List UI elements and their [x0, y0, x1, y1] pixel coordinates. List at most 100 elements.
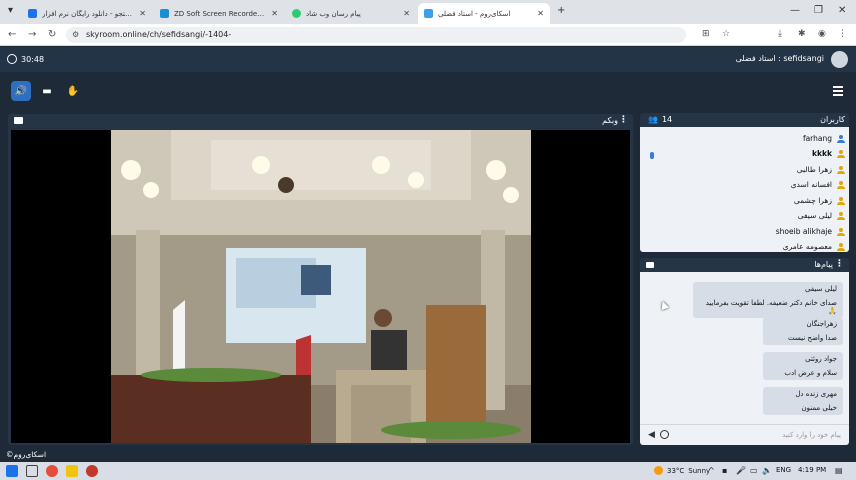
messages-header: پیام‌ها ⋮ — [640, 258, 849, 272]
minimize-icon[interactable]: — — [790, 5, 800, 16]
list-item[interactable]: زهرا طالبی — [797, 162, 845, 177]
room-name: sefidsangi : استاد فضلی — [735, 54, 824, 63]
maximize-icon[interactable]: ❐ — [814, 5, 823, 16]
list-item[interactable]: farhang — [803, 131, 845, 146]
webcam-video[interactable] — [111, 130, 531, 443]
close-tab-icon[interactable]: ✕ — [537, 9, 544, 18]
webcam-options-icon[interactable]: ⋮ — [619, 115, 628, 125]
app-header: 30:48 sefidsangi : استاد فضلی — [0, 47, 856, 72]
copyright-text: ©اسکای‌روم — [6, 450, 47, 459]
close-window-icon[interactable]: ✕ — [838, 5, 846, 16]
message-text: خیلی ممنون — [801, 404, 837, 412]
list-item[interactable]: لیلی سیفی — [798, 208, 845, 223]
new-tab-icon[interactable]: + — [557, 5, 565, 16]
lecture-hall-video-frame — [111, 130, 531, 443]
timer-text: 30:48 — [21, 54, 45, 64]
language-indicator[interactable]: ENG — [776, 466, 791, 474]
emoji-icon[interactable] — [660, 430, 669, 439]
tab-shad[interactable]: پیام رسان وب شاد ✕ — [286, 3, 416, 24]
back-icon[interactable]: ← — [8, 29, 16, 40]
user-icon — [837, 180, 845, 189]
speaker-button[interactable]: 🔊 — [11, 81, 31, 101]
tab-skyroom[interactable]: اسکای‌روم - استاد فضلی ✕ — [418, 3, 550, 24]
user-name: shoeib alikhaje — [775, 227, 832, 236]
user-icon — [837, 227, 845, 236]
chat-icon — [646, 262, 654, 268]
webcam-header: وبکم ⋮ — [8, 114, 633, 128]
tab-title: اسکای‌روم - استاد فضلی — [438, 9, 511, 18]
list-item[interactable]: معصومه عامری — [783, 239, 845, 252]
weather-condition: Sunny — [688, 466, 711, 475]
folder-button[interactable]: ▬ — [37, 81, 57, 101]
profile-icon[interactable]: ◉ — [818, 29, 826, 39]
site-favicon-icon — [424, 9, 433, 18]
tray-chevron-icon[interactable]: ^ — [708, 466, 715, 475]
user-icon — [837, 165, 845, 174]
close-tab-icon[interactable]: ✕ — [403, 9, 410, 18]
user-icon — [837, 196, 845, 205]
list-item: جواد روئتی سلام و عرض ادب — [763, 352, 843, 380]
raise-hand-button[interactable]: ✋ — [63, 81, 83, 101]
avatar[interactable] — [831, 51, 848, 68]
forward-icon[interactable]: → — [28, 29, 36, 40]
users-title: کاربران — [820, 115, 845, 124]
download-icon[interactable]: ⤓ — [778, 29, 782, 39]
tab-download[interactable]: جستجو - دانلود رایگان نرم افزار ✕ — [22, 3, 152, 24]
weather-widget[interactable]: 33°C Sunny — [654, 466, 710, 475]
browser-menu-icon[interactable]: ⋮ — [838, 29, 847, 39]
speaker-icon: 🔊 — [14, 85, 28, 97]
site-favicon-icon — [292, 9, 301, 18]
windows-start-icon[interactable] — [6, 465, 18, 477]
users-list: farhang kkkk زهرا طالبی افسانه اسدی زهرا… — [640, 127, 849, 252]
list-item[interactable]: shoeib alikhaje — [776, 224, 845, 239]
chrome-icon[interactable] — [46, 465, 58, 477]
list-item[interactable]: kkkk — [812, 146, 845, 161]
site-info-icon[interactable]: ⚙ — [72, 27, 79, 43]
message-input[interactable]: ◀ پیام خود را وارد کنید — [640, 424, 849, 445]
main-menu-button[interactable] — [828, 81, 848, 101]
tab-zdsoft[interactable]: ZD Soft Screen Recorder 12.0.0 ✕ — [154, 3, 284, 24]
list-item[interactable]: زهرا چشمی — [794, 193, 845, 208]
tab-title: ZD Soft Screen Recorder 12.0.0 — [174, 9, 265, 18]
reload-icon[interactable]: ↻ — [48, 29, 56, 40]
site-favicon-icon — [28, 9, 37, 18]
message-sender: لیلی سیفی — [805, 285, 837, 293]
clock-icon — [7, 54, 17, 64]
messages-options-icon[interactable]: ⋮ — [835, 259, 844, 269]
close-tab-icon[interactable]: ✕ — [139, 9, 146, 18]
tab-search-icon[interactable]: ▾ — [8, 5, 13, 16]
url-field[interactable]: ⚙ skyroom.online/ch/sefidsangi/-1404- — [66, 27, 686, 43]
network-icon[interactable]: ▭ — [750, 466, 758, 475]
list-item[interactable]: افسانه اسدی — [791, 177, 845, 192]
users-icon: 👥 — [648, 115, 658, 124]
tab-title: پیام رسان وب شاد — [306, 9, 361, 18]
user-icon — [837, 242, 845, 251]
user-icon — [837, 149, 845, 158]
tray-app-icon[interactable]: ▪ — [722, 466, 727, 475]
translate-icon[interactable]: ⊞ — [702, 29, 710, 39]
microphone-tray-icon[interactable]: 🎤 — [736, 466, 746, 475]
list-item: لیلی سیفی صدای خانم دکتر ضعیفه. لطفا تقو… — [693, 282, 843, 318]
file-explorer-icon[interactable] — [66, 465, 78, 477]
user-name: farhang — [802, 134, 832, 143]
recorder-icon[interactable] — [86, 465, 98, 477]
send-icon[interactable]: ◀ — [648, 430, 655, 440]
message-sender: جواد روئتی — [805, 355, 837, 363]
os-taskbar: 33°C Sunny ^ ▪ 🎤 ▭ 🔈 ENG 4:19 PM ▤ — [0, 462, 856, 480]
camera-icon — [14, 117, 23, 124]
user-name: kkkk — [812, 149, 832, 158]
user-name: لیلی سیفی — [797, 211, 832, 220]
system-clock[interactable]: 4:19 PM — [798, 466, 826, 474]
tab-title: جستجو - دانلود رایگان نرم افزار — [42, 9, 134, 18]
url-text: skyroom.online/ch/sefidsangi/-1404- — [86, 30, 232, 39]
volume-icon[interactable]: 🔈 — [762, 466, 772, 475]
footer: ©اسکای‌روم — [0, 449, 856, 461]
messages-panel: پیام‌ها ⋮ لیلی سیفی صدای خانم دکتر ضعیفه… — [640, 258, 849, 445]
bookmark-star-icon[interactable]: ☆ — [722, 29, 730, 39]
users-count: 👥 14 — [648, 115, 672, 124]
extensions-icon[interactable]: ✱ — [798, 29, 806, 39]
notifications-icon[interactable]: ▤ — [835, 466, 843, 475]
task-view-icon[interactable] — [26, 465, 38, 477]
temperature: 33°C — [667, 466, 685, 475]
close-tab-icon[interactable]: ✕ — [271, 9, 278, 18]
